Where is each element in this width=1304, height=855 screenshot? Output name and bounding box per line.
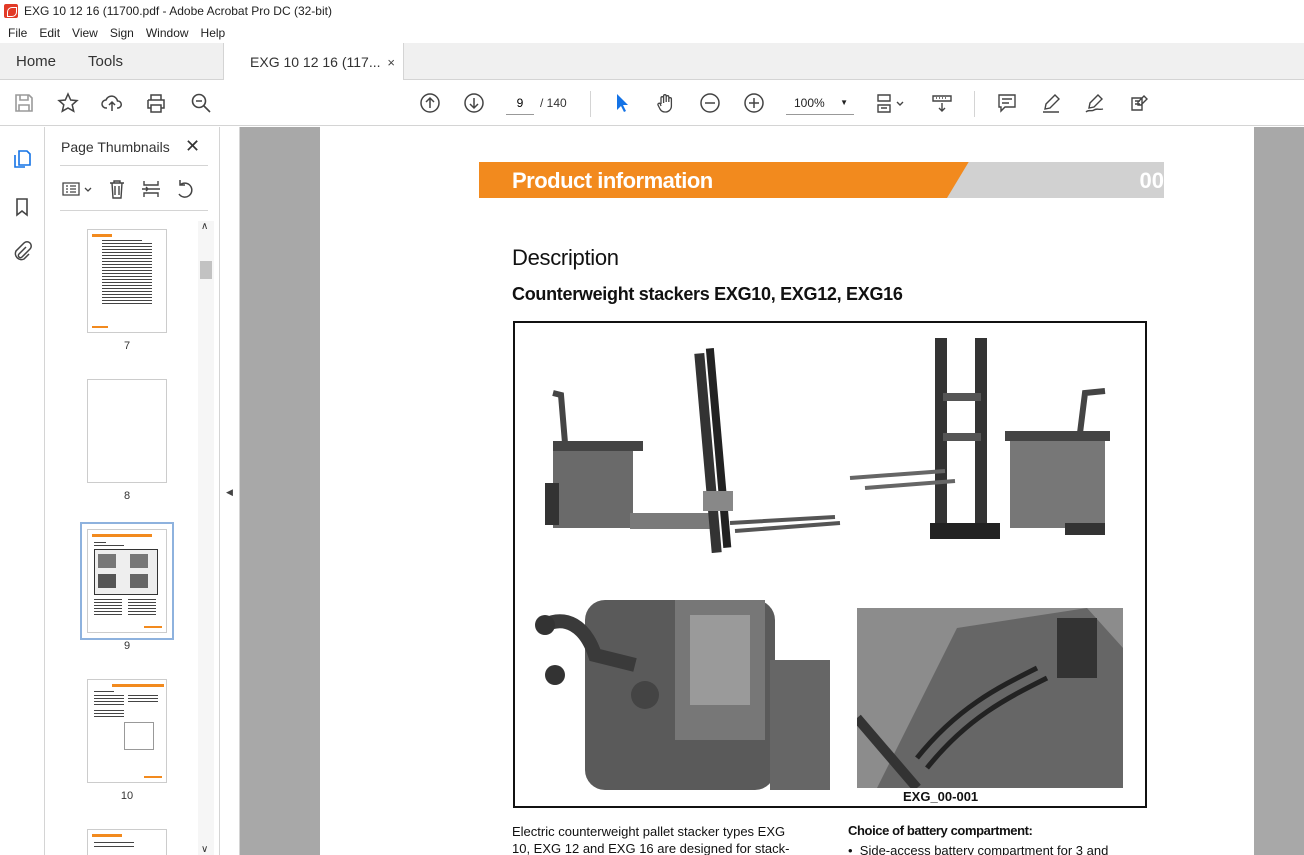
- zoom-in-icon[interactable]: [742, 91, 766, 115]
- hand-tool-icon[interactable]: [654, 91, 678, 115]
- menu-file[interactable]: File: [4, 26, 31, 40]
- thumbnail-label: 10: [120, 790, 134, 802]
- body-line: Electric counterweight pallet stacker ty…: [512, 824, 786, 839]
- thumbnail-options-icon[interactable]: [61, 177, 95, 201]
- banner-grey: [947, 162, 1164, 198]
- battery-heading: Choice of battery compartment:: [848, 823, 1033, 838]
- bookmark-icon[interactable]: [10, 195, 34, 219]
- battery-item-text: Side-access battery compartment for 3 an…: [859, 843, 1109, 855]
- menu-view[interactable]: View: [68, 26, 102, 40]
- figure-caption: EXG_00-001: [903, 789, 979, 804]
- draw-tool-icon[interactable]: [1083, 91, 1107, 115]
- tab-close-icon[interactable]: ×: [387, 55, 395, 70]
- panel-close-icon[interactable]: ✕: [185, 136, 200, 157]
- comment-icon[interactable]: [995, 91, 1019, 115]
- attachment-icon[interactable]: [10, 239, 34, 263]
- next-page-icon[interactable]: [462, 91, 486, 115]
- window-title: EXG 10 12 16 (11700.pdf - Adobe Acrobat …: [24, 4, 332, 18]
- panel-title: Page Thumbnails: [61, 139, 170, 155]
- acrobat-logo-icon: [4, 4, 18, 18]
- panel-divider: [60, 210, 208, 211]
- extract-page-icon[interactable]: [139, 177, 163, 201]
- pdf-page: Product information 00 Description Count…: [320, 127, 1254, 855]
- star-icon[interactable]: [56, 91, 80, 115]
- thumbnail-label: 9: [123, 640, 131, 652]
- section-banner: Product information 00: [479, 162, 1164, 198]
- tab-home[interactable]: Home: [0, 43, 72, 80]
- zoom-select[interactable]: 100% ▼: [786, 91, 854, 115]
- panel-collapse-handle[interactable]: ◀: [221, 127, 240, 855]
- select-cursor-icon[interactable]: [610, 91, 634, 115]
- page-subheading: Counterweight stackers EXG10, EXG12, EXG…: [512, 284, 903, 304]
- battery-list-item: • Side-access battery compartment for 3 …: [848, 843, 1108, 855]
- thumbnail-page-8[interactable]: [87, 379, 167, 483]
- stacker-front-view-image: [849, 338, 1110, 539]
- save-icon[interactable]: [12, 91, 36, 115]
- zoom-value: 100%: [794, 95, 825, 110]
- menu-bar: File Edit View Sign Window Help: [0, 22, 1304, 43]
- menu-edit[interactable]: Edit: [35, 26, 64, 40]
- thumbnails-scrollbar[interactable]: ∧ ∨: [198, 221, 214, 855]
- cloud-upload-icon[interactable]: [100, 91, 124, 115]
- tab-tools[interactable]: Tools: [72, 43, 225, 80]
- stacker-figure: EXG_00-001: [513, 321, 1147, 808]
- menu-window[interactable]: Window: [142, 26, 193, 40]
- scroll-mode-icon[interactable]: [930, 91, 954, 115]
- thumbnail-label: 8: [123, 490, 131, 502]
- panel-divider: [60, 165, 208, 166]
- scroll-down-icon[interactable]: ∨: [201, 844, 208, 855]
- page-total: / 140: [540, 96, 567, 110]
- menu-sign[interactable]: Sign: [106, 26, 138, 40]
- search-icon[interactable]: [189, 91, 213, 115]
- banner-number: 00: [1139, 168, 1164, 193]
- banner-title: Product information: [512, 168, 713, 193]
- thumbnail-page-10[interactable]: [87, 679, 167, 783]
- thumbnails-panel: Page Thumbnails ✕ 7 8 9 10 ∧ ∨: [45, 127, 220, 855]
- fill-sign-icon[interactable]: [1127, 91, 1151, 115]
- document-view[interactable]: Product information 00 Description Count…: [240, 127, 1304, 855]
- thumbnail-page-9[interactable]: [80, 522, 174, 640]
- rotate-page-icon[interactable]: [173, 177, 197, 201]
- scroll-up-icon[interactable]: ∧: [201, 221, 208, 232]
- collapse-arrow-icon: ◀: [226, 487, 233, 497]
- previous-page-icon[interactable]: [418, 91, 442, 115]
- tab-document[interactable]: EXG 10 12 16 (117... ×: [224, 43, 405, 81]
- title-bar: EXG 10 12 16 (11700.pdf - Adobe Acrobat …: [0, 0, 1304, 22]
- page-layout-icon[interactable]: [874, 91, 910, 115]
- page-number-input[interactable]: [506, 91, 534, 115]
- tab-bar: Home Tools EXG 10 12 16 (117... ×: [0, 43, 1304, 81]
- panel-tools: [61, 177, 207, 201]
- print-icon[interactable]: [144, 91, 168, 115]
- thumbnail-page-7[interactable]: [87, 229, 167, 333]
- stacker-side-view-image: [545, 348, 841, 553]
- chevron-down-icon: ▼: [840, 98, 848, 107]
- menu-help[interactable]: Help: [197, 26, 230, 40]
- body-text-left: Electric counterweight pallet stacker ty…: [512, 823, 822, 855]
- page-heading: Description: [512, 245, 619, 270]
- thumbnail-page-next[interactable]: [87, 829, 167, 855]
- highlight-pen-icon[interactable]: [1039, 91, 1063, 115]
- tab-document-label: EXG 10 12 16 (117...: [250, 54, 381, 70]
- tiller-closeup-image: [535, 600, 830, 790]
- delete-page-icon[interactable]: [105, 177, 129, 201]
- page-thumbnails-icon[interactable]: [10, 147, 34, 171]
- toolbar: [0, 80, 1304, 126]
- zoom-out-icon[interactable]: [698, 91, 722, 115]
- scrollbar-thumb[interactable]: [200, 261, 212, 279]
- body-line: 10, EXG 12 and EXG 16 are designed for s…: [512, 841, 790, 855]
- left-rail: [0, 127, 45, 855]
- thumbnail-label: 7: [123, 340, 131, 352]
- bullet-icon: •: [848, 843, 860, 855]
- battery-compartment-image: [857, 608, 1123, 788]
